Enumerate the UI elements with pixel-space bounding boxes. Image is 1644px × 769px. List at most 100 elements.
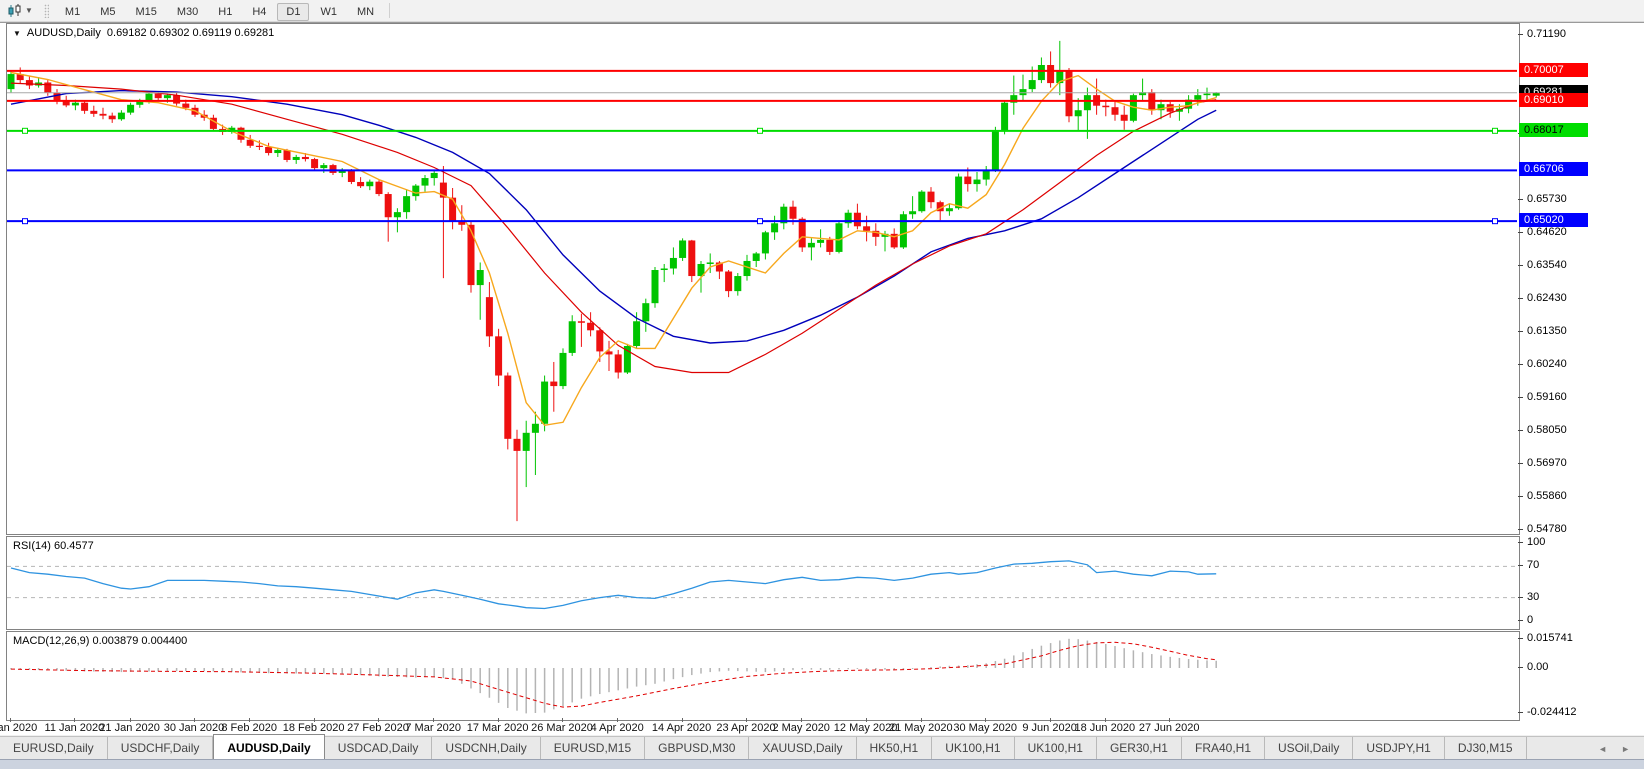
macd-axis-label: -0.024412 bbox=[1527, 706, 1577, 718]
date-axis-label: 27 Feb 2020 bbox=[347, 722, 409, 734]
date-axis-label: 21 Jan 2020 bbox=[99, 722, 160, 734]
timeframe-button-h4[interactable]: H4 bbox=[243, 3, 275, 21]
line-selection-handle[interactable] bbox=[758, 128, 763, 133]
collapse-chart-icon[interactable]: ▼ bbox=[13, 29, 21, 38]
ma-fast-line bbox=[11, 73, 1216, 426]
date-axis-label: 18 Feb 2020 bbox=[283, 722, 345, 734]
rsi-axis-label-tick bbox=[1518, 620, 1523, 621]
chart-ohlc-values: 0.69182 0.69302 0.69119 0.69281 bbox=[107, 27, 274, 39]
macd-axis-label-tick bbox=[1518, 638, 1523, 639]
macd-axis-label: 0.015741 bbox=[1527, 632, 1573, 644]
line-selection-handle[interactable] bbox=[1493, 219, 1498, 224]
date-axis-label: 14 Apr 2020 bbox=[652, 722, 711, 734]
date-axis-label: 21 May 2020 bbox=[889, 722, 953, 734]
tab-audusd-daily[interactable]: AUDUSD,Daily bbox=[213, 734, 324, 760]
price-level-badge: 0.70007 bbox=[1519, 63, 1588, 77]
timeframe-button-m30[interactable]: M30 bbox=[168, 3, 207, 21]
timeframe-button-h1[interactable]: H1 bbox=[209, 3, 241, 21]
price-axis-label: 0.59160 bbox=[1527, 391, 1567, 403]
tab-dj30-m15[interactable]: DJ30,M15 bbox=[1445, 737, 1527, 760]
price-axis-label: 0.71190 bbox=[1527, 28, 1566, 40]
tab-eurusd-m15[interactable]: EURUSD,M15 bbox=[541, 737, 645, 760]
tab-gbpusd-m30[interactable]: GBPUSD,M30 bbox=[645, 737, 749, 760]
line-selection-handle[interactable] bbox=[758, 219, 763, 224]
price-plot[interactable] bbox=[7, 24, 1517, 532]
price-axis-label: 0.61350 bbox=[1527, 325, 1567, 337]
macd-axis-label: 0.00 bbox=[1527, 661, 1548, 673]
date-axis-label: 9 Jun 2020 bbox=[1022, 722, 1076, 734]
toolbar-grip-handle[interactable] bbox=[44, 4, 49, 18]
price-axis-label: 0.56970 bbox=[1527, 457, 1567, 469]
chart-tabs: EURUSD,DailyUSDCHF,DailyAUDUSD,DailyUSDC… bbox=[0, 737, 1527, 760]
tab-usoil-daily[interactable]: USOil,Daily bbox=[1265, 737, 1353, 760]
price-axis-label: 0.64620 bbox=[1527, 226, 1567, 238]
price-axis-label: 0.60240 bbox=[1527, 358, 1567, 370]
scroll-tabs-right-icon[interactable]: ► bbox=[1621, 744, 1630, 754]
timeframe-button-m1[interactable]: M1 bbox=[56, 3, 89, 21]
timeframe-button-m5[interactable]: M5 bbox=[91, 3, 124, 21]
rsi-axis-label: 0 bbox=[1527, 614, 1533, 626]
price-chart-panel[interactable]: ▼ AUDUSD,Daily 0.69182 0.69302 0.69119 0… bbox=[6, 23, 1520, 535]
macd-axis-label-tick bbox=[1518, 712, 1523, 713]
date-axis-label: 11 Jan 2020 bbox=[45, 722, 105, 734]
price-axis-tick bbox=[1518, 199, 1523, 200]
tab-uk100-h1[interactable]: UK100,H1 bbox=[932, 737, 1014, 760]
price-axis-tick bbox=[1518, 34, 1523, 35]
date-axis-label: 30 Jan 2020 bbox=[164, 722, 225, 734]
rsi-axis-label: 30 bbox=[1527, 591, 1539, 603]
chart-type-button[interactable]: ▼ bbox=[4, 3, 36, 19]
date-axis-label: 8 Feb 2020 bbox=[221, 722, 277, 734]
tab-hk50-h1[interactable]: HK50,H1 bbox=[857, 737, 933, 760]
macd-signal-line bbox=[11, 642, 1216, 707]
timeframe-button-w1[interactable]: W1 bbox=[311, 3, 346, 21]
tab-fra40-h1[interactable]: FRA40,H1 bbox=[1182, 737, 1265, 760]
date-axis-label: 4 Apr 2020 bbox=[591, 722, 644, 734]
timeframe-button-mn[interactable]: MN bbox=[348, 3, 383, 21]
price-axis-tick bbox=[1518, 232, 1523, 233]
price-axis-label: 0.63540 bbox=[1527, 259, 1567, 271]
chart-title: ▼ AUDUSD,Daily 0.69182 0.69302 0.69119 0… bbox=[13, 27, 274, 39]
tab-usdjpy-h1[interactable]: USDJPY,H1 bbox=[1353, 737, 1444, 760]
line-selection-handle[interactable] bbox=[23, 219, 28, 224]
price-axis-tick bbox=[1518, 265, 1523, 266]
rsi-line bbox=[11, 561, 1216, 609]
tab-eurusd-daily[interactable]: EURUSD,Daily bbox=[0, 737, 108, 760]
price-axis-tick bbox=[1518, 529, 1523, 530]
date-axis[interactable]: 2 Jan 202011 Jan 202021 Jan 202030 Jan 2… bbox=[6, 719, 1518, 735]
price-axis-tick bbox=[1518, 397, 1523, 398]
rsi-axis-label-tick bbox=[1518, 565, 1523, 566]
chart-tab-bar: EURUSD,DailyUSDCHF,DailyAUDUSD,DailyUSDC… bbox=[0, 736, 1644, 760]
toolbar-separator bbox=[389, 3, 390, 18]
tab-uk100-h1[interactable]: UK100,H1 bbox=[1015, 737, 1097, 760]
timeframe-button-d1[interactable]: D1 bbox=[277, 3, 309, 21]
price-axis-label: 0.58050 bbox=[1527, 424, 1567, 436]
timeframe-button-m15[interactable]: M15 bbox=[126, 3, 165, 21]
date-axis-label: 18 Jun 2020 bbox=[1075, 722, 1136, 734]
date-axis-label: 23 Apr 2020 bbox=[716, 722, 775, 734]
macd-label: MACD(12,26,9) 0.003879 0.004400 bbox=[13, 635, 187, 647]
rsi-plot[interactable] bbox=[7, 537, 1517, 627]
rsi-axis-label-tick bbox=[1518, 597, 1523, 598]
timeframe-button-group: M1M5M15M30H1H4D1W1MN bbox=[55, 2, 384, 20]
tab-ger30-h1[interactable]: GER30,H1 bbox=[1097, 737, 1182, 760]
horizontal-lines-layer[interactable] bbox=[7, 71, 1517, 224]
rsi-indicator-panel[interactable]: RSI(14) 60.4577 bbox=[6, 536, 1520, 630]
chevron-down-icon: ▼ bbox=[25, 6, 33, 15]
price-axis-tick bbox=[1518, 496, 1523, 497]
price-axis-tick bbox=[1518, 331, 1523, 332]
scroll-tabs-left-icon[interactable]: ◄ bbox=[1598, 744, 1607, 754]
rsi-axis-label: 100 bbox=[1527, 536, 1545, 548]
tab-xauusd-daily[interactable]: XAUUSD,Daily bbox=[749, 737, 856, 760]
tab-usdcnh-daily[interactable]: USDCNH,Daily bbox=[432, 737, 540, 760]
price-level-badge: 0.68017 bbox=[1519, 123, 1588, 137]
date-axis-label: 17 Mar 2020 bbox=[467, 722, 529, 734]
tab-usdcad-daily[interactable]: USDCAD,Daily bbox=[325, 737, 433, 760]
date-axis-label: 12 May 2020 bbox=[834, 722, 898, 734]
macd-plot[interactable] bbox=[7, 632, 1517, 718]
line-selection-handle[interactable] bbox=[23, 128, 28, 133]
line-selection-handle[interactable] bbox=[1493, 128, 1498, 133]
macd-axis-label-tick bbox=[1518, 667, 1523, 668]
tab-usdchf-daily[interactable]: USDCHF,Daily bbox=[108, 737, 214, 760]
tab-scrollers: ◄ ► bbox=[1584, 737, 1644, 760]
macd-indicator-panel[interactable]: MACD(12,26,9) 0.003879 0.004400 bbox=[6, 631, 1520, 721]
